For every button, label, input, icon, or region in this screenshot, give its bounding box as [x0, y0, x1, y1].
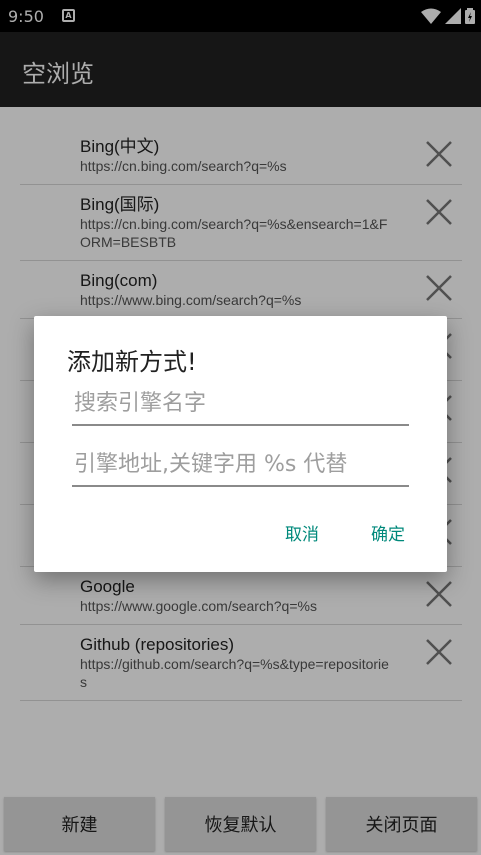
dialog-title: 添加新方式!	[67, 348, 197, 376]
engine-name-input[interactable]	[72, 382, 409, 426]
ok-button[interactable]: 确定	[371, 520, 405, 545]
engine-url-input[interactable]	[72, 443, 409, 487]
cancel-button[interactable]: 取消	[285, 520, 319, 545]
add-engine-dialog: 添加新方式! 取消 确定	[34, 316, 447, 572]
